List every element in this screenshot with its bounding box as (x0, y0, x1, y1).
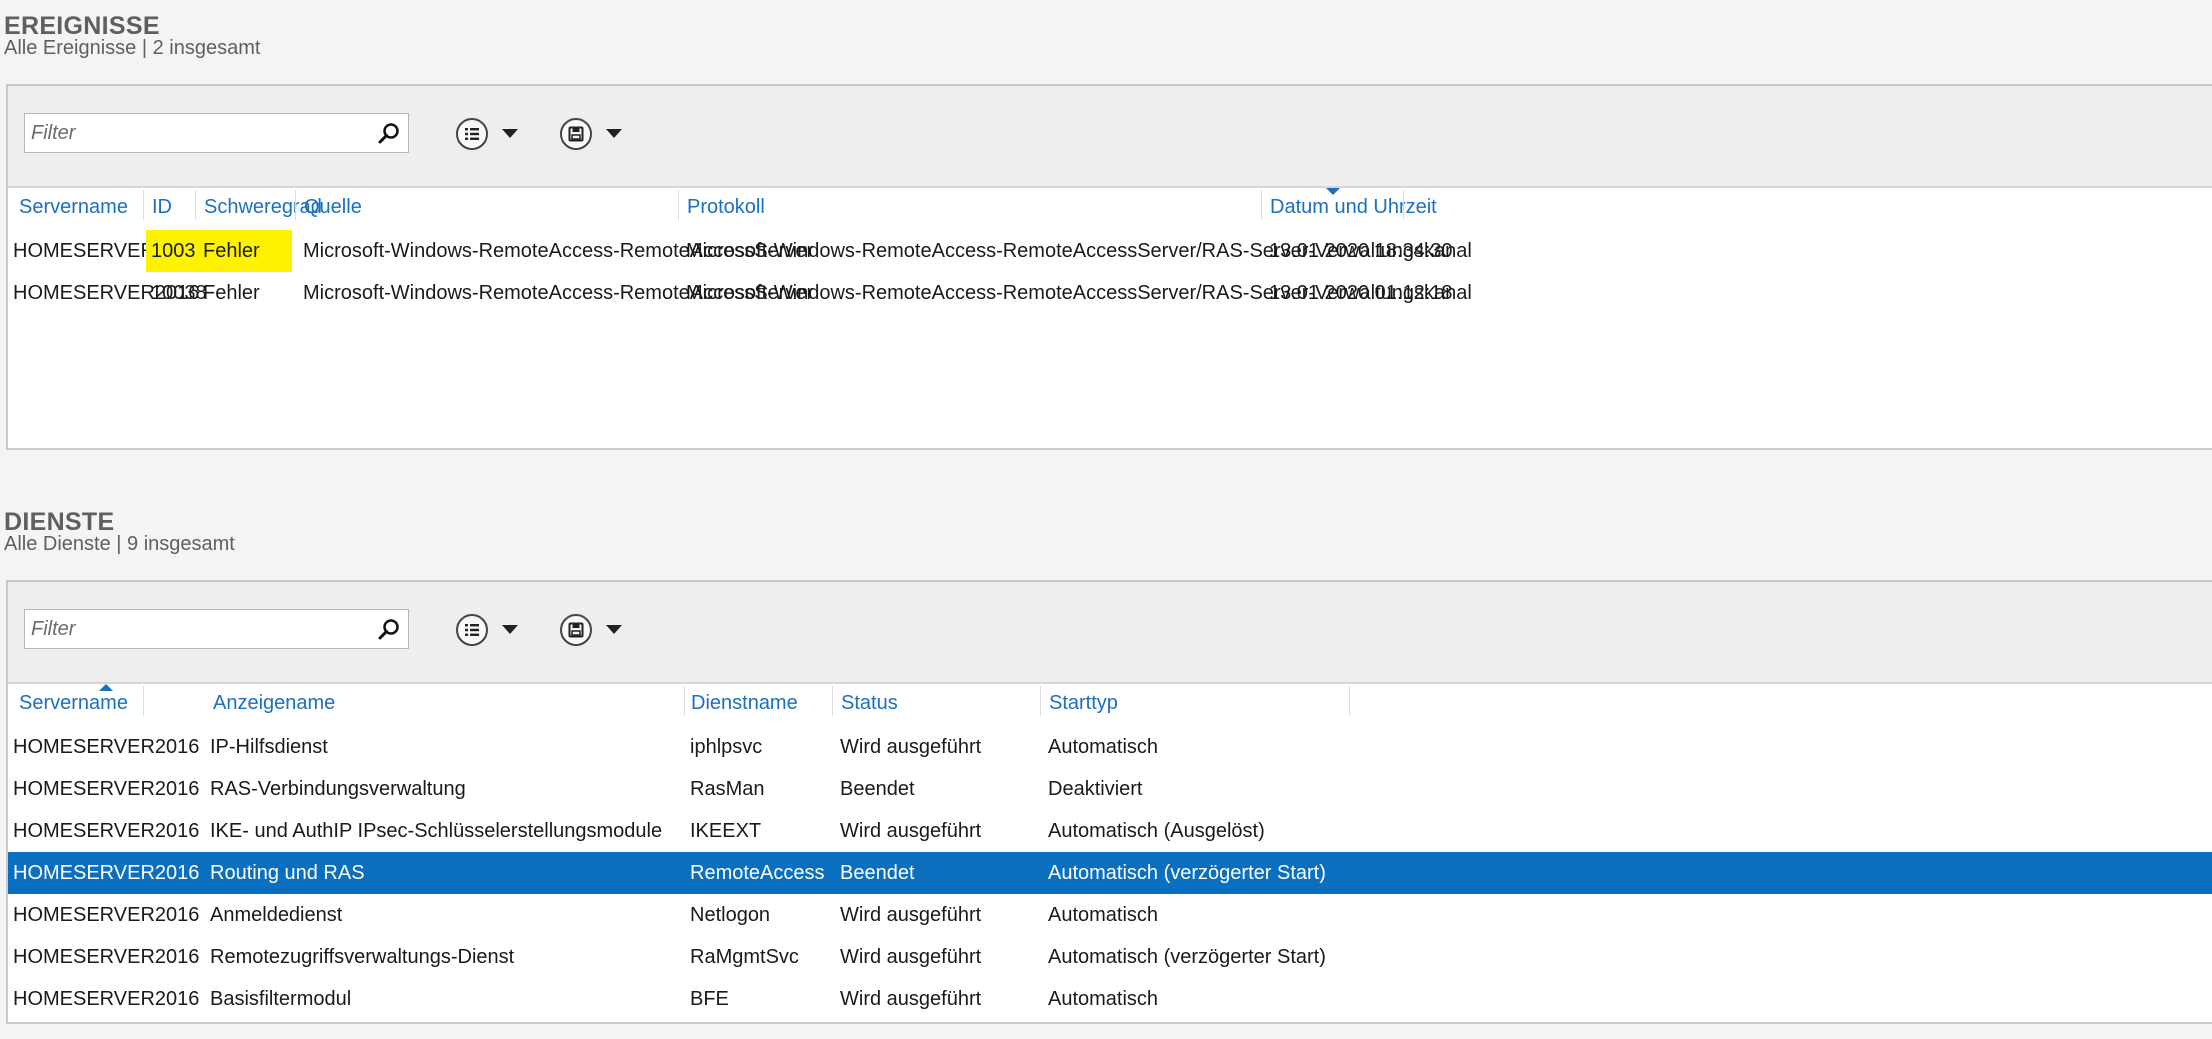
cell-servername: HOMESERVER2016 (13, 904, 200, 926)
cell-datum: 13.01.2020 01:12:18 (1269, 282, 1453, 304)
table-row[interactable]: HOMESERVER2016 Anmeldedienst Netlogon Wi… (8, 894, 2212, 936)
list-view-icon (456, 118, 488, 150)
column-separator[interactable] (143, 190, 144, 220)
cell-anzeigename: RAS-Verbindungsverwaltung (210, 778, 466, 800)
events-save-menu-button[interactable] (560, 116, 630, 152)
events-toolbar (8, 86, 2212, 188)
table-row[interactable]: HOMESERVER2016 IP-Hilfsdienst iphlpsvc W… (8, 726, 2212, 768)
table-row[interactable]: HOMESERVER2016 IKE- und AuthIP IPsec-Sch… (8, 810, 2212, 852)
column-header-dienstname[interactable]: Dienstname (691, 692, 798, 715)
search-icon[interactable] (376, 121, 402, 147)
services-save-menu-button[interactable] (560, 612, 630, 648)
column-separator[interactable] (678, 190, 679, 220)
column-separator[interactable] (1403, 190, 1404, 220)
cell-schweregrad: Fehler (196, 230, 292, 272)
cell-servername: HOMESERVER2016 (13, 946, 200, 968)
cell-status: Wird ausgeführt (840, 736, 982, 758)
services-view-menu-button[interactable] (456, 612, 526, 648)
cell-status: Beendet (840, 778, 915, 800)
column-separator[interactable] (1261, 190, 1262, 220)
cell-anzeigename: IKE- und AuthIP IPsec-Schlüsselerstellun… (210, 820, 663, 842)
table-row[interactable]: HOMESERVER2016 RAS-Verbindungsverwaltung… (8, 768, 2212, 810)
chevron-down-icon (502, 625, 518, 634)
events-filter-input[interactable] (25, 114, 371, 152)
save-icon (560, 118, 592, 150)
services-filter-input[interactable] (25, 610, 371, 648)
column-header-id[interactable]: ID (152, 196, 172, 219)
table-row[interactable]: HOMESERVER2016 Remotezugriffsverwaltungs… (8, 936, 2212, 978)
save-icon (560, 614, 592, 646)
cell-dienstname: RaMgmtSvc (690, 946, 799, 968)
services-panel: Servername Anzeigename Dienstname Status… (6, 580, 2212, 1024)
events-view-menu-button[interactable] (456, 116, 526, 152)
cell-starttyp: Automatisch (verzögerter Start) (1048, 862, 1326, 884)
cell-status: Wird ausgeführt (840, 904, 982, 926)
column-separator[interactable] (684, 686, 685, 716)
services-toolbar (8, 582, 2212, 684)
cell-starttyp: Automatisch (1048, 736, 1159, 758)
cell-dienstname: iphlpsvc (690, 736, 763, 758)
column-header-protokoll[interactable]: Protokoll (687, 196, 765, 219)
table-row[interactable]: HOMESERVER2016 10038 Fehler Microsoft-Wi… (8, 230, 2212, 272)
cell-starttyp: Automatisch (1048, 988, 1159, 1010)
cell-status: Wird ausgeführt (840, 820, 982, 842)
column-header-servername[interactable]: Servername (19, 196, 128, 219)
cell-anzeigename: Remotezugriffsverwaltungs-Dienst (210, 946, 515, 968)
cell-datum: 13.01.2020 18:34:30 (1269, 240, 1453, 262)
column-separator[interactable] (143, 686, 144, 716)
chevron-down-icon (606, 625, 622, 634)
cell-anzeigename: Anmeldedienst (210, 904, 343, 926)
cell-dienstname: BFE (690, 988, 729, 1010)
cell-status: Beendet (840, 862, 915, 884)
cell-anzeigename: Basisfiltermodul (210, 988, 352, 1010)
column-separator[interactable] (1349, 686, 1350, 716)
column-separator[interactable] (1040, 686, 1041, 716)
cell-dienstname: RasMan (690, 778, 765, 800)
cell-servername: HOMESERVER2016 (13, 736, 200, 758)
table-row-selected[interactable]: HOMESERVER2016 Routing und RAS RemoteAcc… (8, 852, 2212, 894)
cell-servername: HOMESERVER2016 (13, 778, 200, 800)
cell-schweregrad: Fehler (203, 282, 260, 304)
sort-ascending-icon (99, 684, 113, 691)
services-filter-box (24, 609, 409, 649)
table-row[interactable]: HOMESERVER2016 10038 Fehler Microsoft-Wi… (8, 272, 2212, 314)
cell-id: 10038 (151, 282, 207, 304)
events-panel: Servername ID Schweregrad Quelle Protoko… (6, 84, 2212, 450)
column-header-servername[interactable]: Servername (19, 692, 128, 715)
events-filter-box (24, 113, 409, 153)
column-header-status[interactable]: Status (841, 692, 898, 715)
chevron-down-icon (606, 129, 622, 138)
cell-servername: HOMESERVER2016 (13, 820, 200, 842)
cell-dienstname: RemoteAccess (690, 862, 825, 884)
cell-starttyp: Automatisch (verzögerter Start) (1048, 946, 1326, 968)
services-section-subtitle: Alle Dienste | 9 insgesamt (4, 533, 235, 555)
chevron-down-icon (502, 129, 518, 138)
cell-id: 10038 (146, 230, 207, 272)
events-section-subtitle: Alle Ereignisse | 2 insgesamt (4, 37, 261, 59)
search-icon[interactable] (376, 617, 402, 643)
column-separator[interactable] (195, 190, 196, 220)
sort-descending-icon (1326, 188, 1340, 195)
cell-status: Wird ausgeführt (840, 988, 982, 1010)
cell-servername: HOMESERVER2016 (13, 862, 200, 884)
table-row[interactable]: HOMESERVER2016 Basisfiltermodul BFE Wird… (8, 978, 2212, 1018)
cell-starttyp: Automatisch (1048, 904, 1159, 926)
list-view-icon (456, 614, 488, 646)
column-header-anzeigename[interactable]: Anzeigename (213, 692, 335, 715)
cell-status: Wird ausgeführt (840, 946, 982, 968)
cell-starttyp: Automatisch (Ausgelöst) (1048, 820, 1265, 842)
column-separator[interactable] (295, 190, 296, 220)
cell-anzeigename: Routing und RAS (210, 862, 365, 884)
cell-starttyp: Deaktiviert (1048, 778, 1143, 800)
column-header-quelle[interactable]: Quelle (304, 196, 362, 219)
cell-anzeigename: IP-Hilfsdienst (210, 736, 328, 758)
column-header-datum-und-uhrzeit[interactable]: Datum und Uhrzeit (1270, 196, 1437, 219)
column-separator[interactable] (832, 686, 833, 716)
cell-dienstname: Netlogon (690, 904, 771, 926)
column-header-starttyp[interactable]: Starttyp (1049, 692, 1118, 715)
cell-dienstname: IKEEXT (690, 820, 762, 842)
cell-servername: HOMESERVER2016 (13, 988, 200, 1010)
